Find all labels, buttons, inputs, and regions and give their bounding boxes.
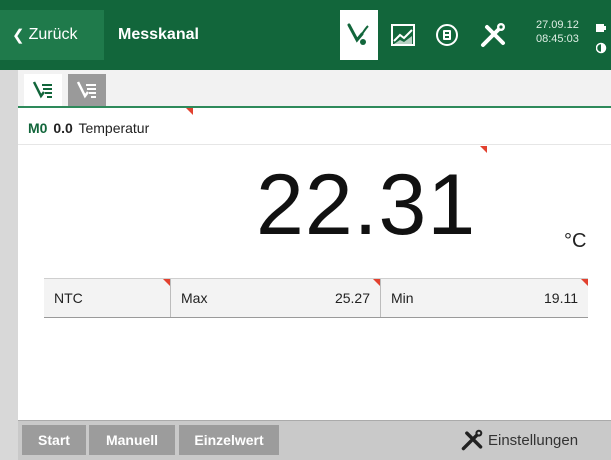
battery-icon <box>596 24 606 32</box>
channel-list-multi-icon <box>76 81 96 99</box>
tab-single-channel[interactable] <box>24 74 62 106</box>
settings-button[interactable]: Einstellungen <box>460 425 578 455</box>
channel-number: 0.0 <box>53 120 73 136</box>
info-row: NTC Max 25.27 Min 19.11 <box>44 278 588 318</box>
content-panel: M0 0.0 Temperatur 22.31 °C NTC Max 25.27… <box>18 70 611 420</box>
bottom-bar: Start Manuell Einzelwert Einstellungen <box>18 420 611 460</box>
channel-header[interactable]: M0 0.0 Temperatur <box>28 120 149 136</box>
sensor-type-cell[interactable]: NTC <box>44 279 170 317</box>
channel-list-icon <box>32 81 52 99</box>
chevron-left-icon: ❮ <box>12 27 25 44</box>
storage-button[interactable] <box>428 10 466 60</box>
storage-icon <box>436 24 458 46</box>
manual-button[interactable]: Manuell <box>89 425 175 455</box>
corner-marker <box>480 146 487 153</box>
tools-button[interactable] <box>474 10 512 60</box>
min-label: Min <box>391 290 414 306</box>
half-circle-icon <box>595 42 607 54</box>
back-button[interactable]: ❮ Zurück <box>0 10 104 60</box>
corner-marker <box>581 279 588 286</box>
corner-marker <box>373 279 380 286</box>
divider <box>18 144 611 145</box>
channel-name: Temperatur <box>78 120 150 136</box>
corner-marker <box>163 279 170 286</box>
time-text: 08:45:03 <box>536 33 579 45</box>
back-label: Zurück <box>28 26 78 43</box>
single-value-button[interactable]: Einzelwert <box>179 425 279 455</box>
probe-icon <box>347 23 369 45</box>
measurement-unit: °C <box>564 230 587 252</box>
date-text: 27.09.12 <box>536 19 579 31</box>
line-chart-icon <box>391 24 415 46</box>
page-title: Messkanal <box>118 26 199 43</box>
measurement-value[interactable]: 22.31 <box>256 162 476 248</box>
min-cell[interactable]: Min 19.11 <box>380 279 588 317</box>
settings-label: Einstellungen <box>488 431 579 449</box>
min-value: 19.11 <box>544 290 578 306</box>
start-button[interactable]: Start <box>22 425 86 455</box>
datetime: 27.09.12 08:45:03 <box>536 18 579 46</box>
probe-button[interactable] <box>340 10 378 60</box>
channel-id: M0 <box>28 120 48 136</box>
max-label: Max <box>181 290 208 306</box>
max-value: 25.27 <box>334 290 370 306</box>
tab-strip <box>18 70 611 108</box>
corner-marker <box>186 108 193 115</box>
max-cell[interactable]: Max 25.27 <box>170 279 380 317</box>
chart-button[interactable] <box>384 10 422 60</box>
tools-icon <box>481 23 505 47</box>
status-indicators <box>595 20 608 59</box>
sensor-type: NTC <box>54 290 83 306</box>
top-bar: ❮ Zurück Messkanal 27.09.12 08:45:03 <box>0 0 611 70</box>
tab-multi-channel[interactable] <box>68 74 106 106</box>
tools-icon <box>461 429 483 451</box>
